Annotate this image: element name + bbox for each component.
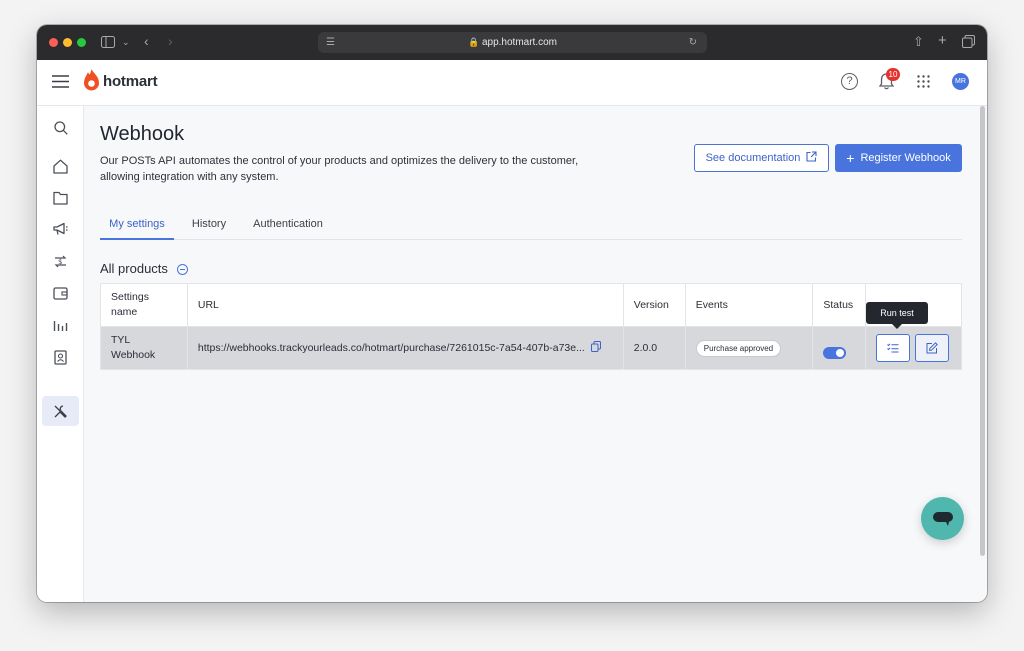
search-icon [53, 121, 68, 135]
table-header-row: Settings name URL Version Events Status [100, 283, 962, 327]
brand-logo[interactable]: hotmart [103, 73, 158, 90]
megaphone-icon [52, 222, 67, 235]
close-window-button[interactable] [49, 38, 58, 47]
sidebar-toggle-icon[interactable] [101, 36, 115, 50]
register-webhook-label: Register Webhook [860, 152, 951, 164]
sidebar-item-analytics[interactable] [42, 310, 79, 340]
register-webhook-button[interactable]: + Register Webhook [835, 144, 962, 172]
header-version: Version [622, 283, 686, 327]
collapse-icon[interactable] [177, 264, 188, 275]
help-icon[interactable]: ? [841, 73, 858, 90]
webhooks-table: Settings name URL Version Events Status … [100, 283, 962, 370]
sidebar-item-marketing[interactable] [42, 214, 79, 244]
sidebar-item-wallet[interactable] [42, 278, 79, 308]
status-toggle[interactable] [823, 347, 847, 359]
folder-icon [53, 191, 68, 205]
tabs-overview-icon[interactable] [962, 35, 975, 50]
notification-badge: 10 [886, 68, 900, 81]
webhook-url: https://webhooks.trackyourleads.co/hotma… [197, 341, 585, 354]
header-settings-name: Settings name [100, 283, 188, 327]
header-status: Status [812, 283, 867, 327]
back-icon[interactable]: ‹ [144, 34, 149, 48]
chat-icon [932, 511, 953, 526]
sidebar-item-sales[interactable]: $ [42, 246, 79, 276]
sidebar-item-profile[interactable] [42, 342, 79, 372]
money-exchange-icon: $ [54, 255, 67, 267]
page-description: Our POSTs API automates the control of y… [100, 153, 578, 185]
svg-text:$: $ [58, 258, 62, 266]
edit-icon [926, 342, 939, 354]
external-link-icon [806, 151, 817, 165]
wallet-icon [53, 286, 68, 300]
user-card-icon [54, 349, 67, 365]
left-sidebar: $ [37, 106, 84, 602]
sidebar-item-search[interactable] [42, 113, 79, 143]
page-scrollbar[interactable] [980, 106, 985, 556]
header-url: URL [186, 283, 624, 327]
page-title: Webhook [100, 123, 185, 145]
cell-status [812, 326, 867, 370]
reload-icon[interactable]: ↻ [689, 32, 697, 53]
browser-titlebar: ⌄ ‹ › ☰ 🔒 app.hotmart.com ↻ ⇧ + [37, 25, 987, 60]
avatar[interactable]: MR [952, 73, 969, 90]
tooltip-arrow [892, 324, 902, 329]
apps-grid-icon[interactable] [917, 75, 930, 93]
header-events: Events [684, 283, 814, 327]
row-name-line1: TYL [111, 334, 131, 346]
cell-settings-name: TYL Webhook [100, 326, 188, 370]
copy-icon[interactable] [590, 341, 601, 355]
browser-window: ⌄ ‹ › ☰ 🔒 app.hotmart.com ↻ ⇧ + hotmart … [37, 25, 987, 602]
sidebar-item-tools[interactable] [42, 396, 79, 426]
header-settings-name-line1: Settings [111, 291, 149, 303]
home-icon [53, 159, 68, 174]
sidebar-item-products[interactable] [42, 183, 79, 213]
run-test-button[interactable] [876, 334, 911, 362]
cell-events: Purchase approved [684, 326, 814, 370]
cell-url: https://webhooks.trackyourleads.co/hotma… [186, 326, 624, 370]
section-title: All products [100, 261, 168, 276]
maximize-window-button[interactable] [77, 38, 86, 47]
header-settings-name-line2: name [111, 306, 138, 318]
see-documentation-button[interactable]: See documentation [694, 144, 829, 172]
edit-button[interactable] [915, 334, 950, 362]
lock-icon: 🔒 [467, 37, 480, 47]
url-text: app.hotmart.com [481, 37, 558, 48]
bar-chart-icon [53, 321, 68, 331]
plus-icon: + [846, 150, 855, 166]
checklist-icon [887, 343, 899, 353]
tab-authentication[interactable]: Authentication [247, 215, 329, 240]
new-tab-icon[interactable]: + [938, 33, 947, 48]
table-row[interactable]: TYL Webhook https://webhooks.trackyourle… [100, 326, 962, 370]
sidebar-item-home[interactable] [42, 151, 79, 181]
chat-button[interactable] [921, 497, 964, 540]
hotmart-flame-icon [83, 69, 100, 97]
address-bar[interactable]: ☰ 🔒 app.hotmart.com ↻ [318, 32, 707, 53]
menu-icon[interactable] [52, 75, 69, 93]
run-test-tooltip: Run test [866, 302, 928, 324]
page-menu-icon[interactable]: ☰ [326, 32, 335, 53]
page-description-line1: Our POSTs API automates the control of y… [100, 155, 579, 167]
page-description-line2: allowing integration with any system. [100, 171, 279, 183]
tab-my-settings[interactable]: My settings [100, 215, 174, 240]
tab-history[interactable]: History [185, 215, 233, 240]
row-name-line2: Webhook [111, 349, 156, 361]
cell-version: 2.0.0 [622, 326, 686, 370]
chevron-down-icon[interactable]: ⌄ [122, 36, 130, 49]
share-icon[interactable]: ⇧ [913, 35, 924, 48]
minimize-window-button[interactable] [63, 38, 72, 47]
forward-icon[interactable]: › [168, 34, 173, 48]
tools-icon [54, 404, 67, 418]
cell-actions [865, 326, 962, 370]
app-header: hotmart ? 10 MR [37, 60, 987, 106]
event-chip: Purchase approved [695, 339, 782, 357]
see-documentation-label: See documentation [705, 152, 801, 164]
